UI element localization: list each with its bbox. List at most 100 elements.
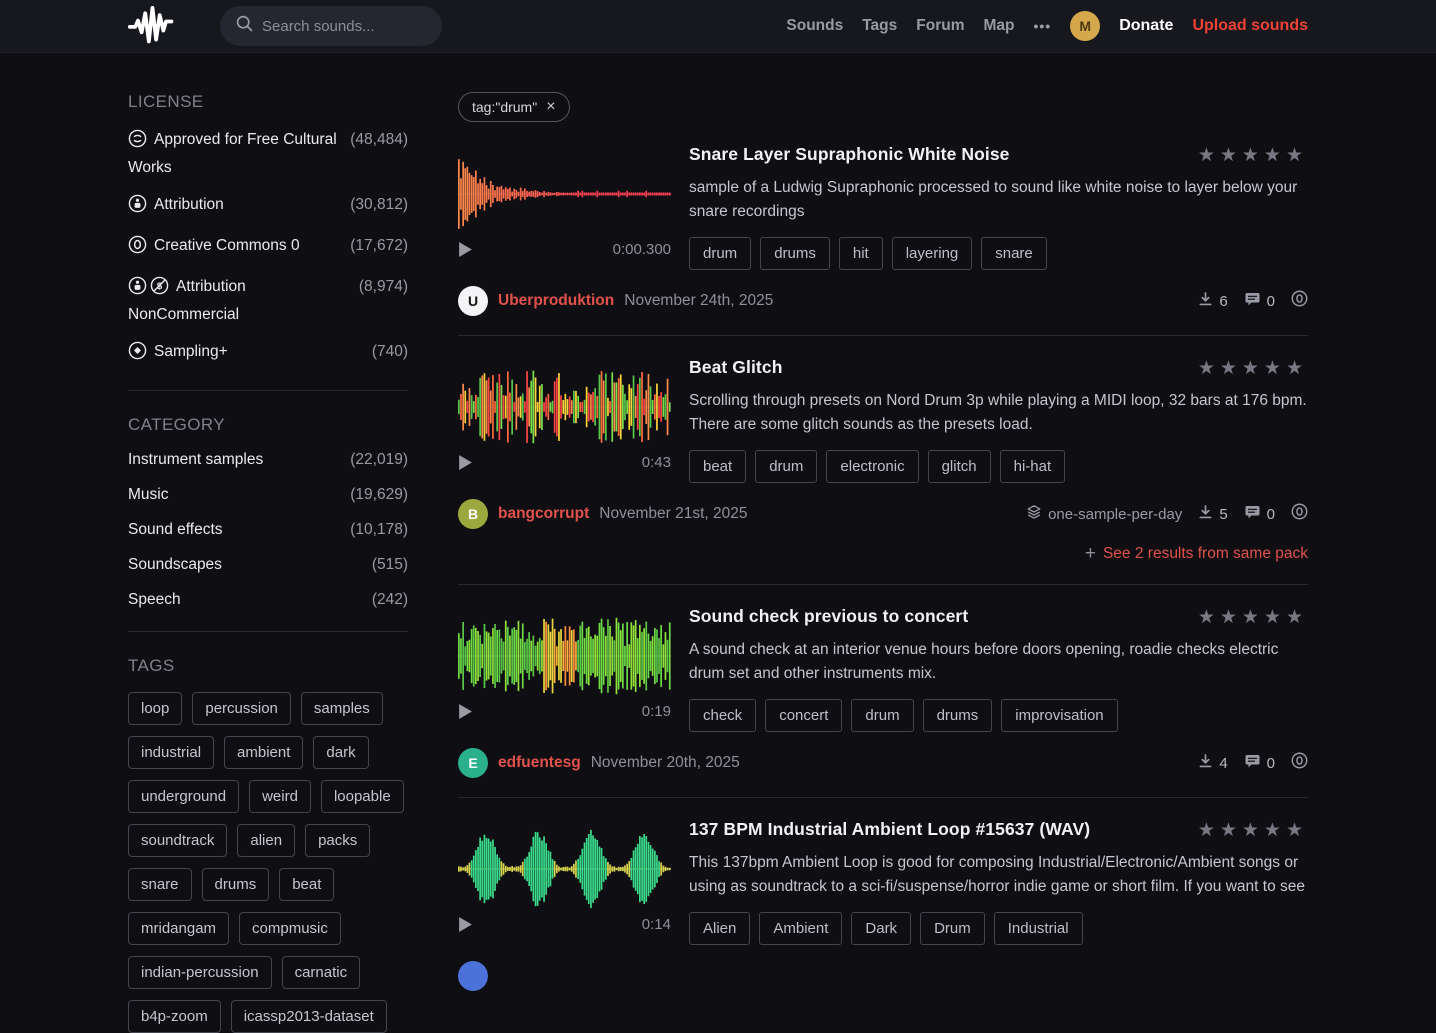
sound-tag[interactable]: concert [765,699,842,732]
tag-filter[interactable]: loopable [321,780,404,813]
nav-link-sounds[interactable]: Sounds [786,17,843,35]
sound-title[interactable]: Sound check previous to concert [689,606,1184,627]
sound-tag[interactable]: drum [755,450,817,483]
remove-filter-icon[interactable]: × [546,99,555,115]
sound-tag[interactable]: drum [851,699,913,732]
nav-link-map[interactable]: Map [983,17,1014,35]
tag-filter[interactable]: icassp2013-dataset [231,1000,387,1033]
tag-filter[interactable]: samples [301,692,383,725]
username-link[interactable]: bangcorrupt [498,505,589,523]
tag-filter[interactable]: soundtrack [128,824,227,857]
sound-tag[interactable]: electronic [826,450,918,483]
waveform-image[interactable] [458,154,671,234]
waveform-image[interactable] [458,367,671,447]
tag-filter[interactable]: percussion [192,692,291,725]
category-filter-instrument-samples[interactable]: Instrument samples (22,019) [128,451,408,469]
license-count: (17,672) [350,234,408,262]
waveform-image[interactable] [458,616,671,696]
tag-filter[interactable]: weird [249,780,311,813]
rating-stars[interactable]: ★★★★★ [1198,357,1308,380]
see-pack-results-link[interactable]: See 2 results from same pack [1103,545,1308,562]
play-button[interactable] [458,454,473,471]
category-label: Instrument samples [128,451,263,469]
search-bar[interactable] [220,6,442,46]
tag-filter[interactable]: b4p-zoom [128,1000,221,1033]
sound-tag[interactable]: drums [923,699,993,732]
sound-tag[interactable]: Drum [920,912,985,945]
active-filter-chip[interactable]: tag:"drum" × [458,92,570,122]
license-filter-cc0[interactable]: Creative Commons 0 (17,672) [128,234,408,262]
tag-filter[interactable]: dark [313,736,368,769]
pack-link[interactable]: one-sample-per-day [1048,506,1182,523]
username-link[interactable]: edfuentesg [498,754,581,772]
sound-tag[interactable]: check [689,699,756,732]
tag-filter[interactable]: packs [305,824,370,857]
waveform-image[interactable] [458,829,671,909]
license-cc0-icon[interactable] [1291,290,1308,312]
license-count: (8,974) [359,275,408,327]
tag-filter[interactable]: underground [128,780,239,813]
username-link[interactable]: Uberproduktion [498,292,614,310]
duration-label: 0:43 [642,454,671,471]
nav-link-tags[interactable]: Tags [862,17,897,35]
tag-filter[interactable]: beat [279,868,334,901]
sound-tag[interactable]: Industrial [994,912,1083,945]
sound-title[interactable]: 137 BPM Industrial Ambient Loop #15637 (… [689,819,1184,840]
sound-title[interactable]: Beat Glitch [689,357,1184,378]
tag-filter[interactable]: snare [128,868,192,901]
user-avatar[interactable]: E [458,748,488,778]
sound-tag[interactable]: improvisation [1001,699,1117,732]
nav-link-forum[interactable]: Forum [916,17,964,35]
tag-filter[interactable]: alien [237,824,295,857]
category-filter-soundscapes[interactable]: Soundscapes (515) [128,556,408,574]
upload-date: November 20th, 2025 [591,754,740,772]
tag-filter[interactable]: compmusic [239,912,341,945]
tag-filter[interactable]: industrial [128,736,214,769]
sound-tag[interactable]: Dark [851,912,911,945]
more-menu-icon[interactable]: ••• [1033,18,1051,34]
sound-tag[interactable]: Alien [689,912,750,945]
user-avatar[interactable] [458,961,488,991]
sound-tag[interactable]: glitch [928,450,991,483]
sound-tag[interactable]: Ambient [759,912,842,945]
license-filter-fcw[interactable]: Approved for Free Cultural Works (48,484… [128,128,408,180]
tag-filter[interactable]: drums [202,868,270,901]
tag-filter[interactable]: mridangam [128,912,229,945]
sound-tag[interactable]: drums [760,237,830,270]
tag-filter[interactable]: ambient [224,736,303,769]
user-avatar[interactable]: B [458,499,488,529]
license-filter-by-nc[interactable]: $Attribution NonCommercial (8,974) [128,275,408,327]
sound-tag[interactable]: hi-hat [1000,450,1066,483]
rating-stars[interactable]: ★★★★★ [1198,606,1308,629]
play-button[interactable] [458,241,473,258]
rating-stars[interactable]: ★★★★★ [1198,819,1308,842]
sound-tag[interactable]: hit [839,237,883,270]
freesound-logo-icon[interactable] [128,5,186,47]
duration-label: 0:00.300 [613,241,671,258]
license-filter-attribution[interactable]: Attribution (30,812) [128,193,408,221]
category-filter-music[interactable]: Music (19,629) [128,486,408,504]
sound-tag[interactable]: beat [689,450,746,483]
license-count: (740) [372,340,408,368]
tag-filter[interactable]: carnatic [282,956,361,989]
cc-nc-icon: $ [150,276,169,303]
sound-tag[interactable]: layering [892,237,973,270]
search-input[interactable] [262,18,426,35]
play-button[interactable] [458,916,473,933]
category-filter-sound-effects[interactable]: Sound effects (10,178) [128,521,408,539]
rating-stars[interactable]: ★★★★★ [1198,144,1308,167]
donate-button[interactable]: Donate [1119,17,1173,35]
sound-title[interactable]: Snare Layer Supraphonic White Noise [689,144,1184,165]
play-button[interactable] [458,703,473,720]
sound-tag[interactable]: snare [981,237,1047,270]
license-filter-sampling[interactable]: Sampling+ (740) [128,340,408,368]
user-menu-avatar[interactable]: M [1070,11,1100,41]
category-filter-speech[interactable]: Speech (242) [128,591,408,609]
tag-filter[interactable]: loop [128,692,182,725]
user-avatar[interactable]: U [458,286,488,316]
sound-tag[interactable]: drum [689,237,751,270]
license-cc0-icon[interactable] [1291,752,1308,774]
upload-sounds-button[interactable]: Upload sounds [1192,17,1308,35]
tag-filter[interactable]: indian-percussion [128,956,272,989]
license-cc0-icon[interactable] [1291,503,1308,525]
